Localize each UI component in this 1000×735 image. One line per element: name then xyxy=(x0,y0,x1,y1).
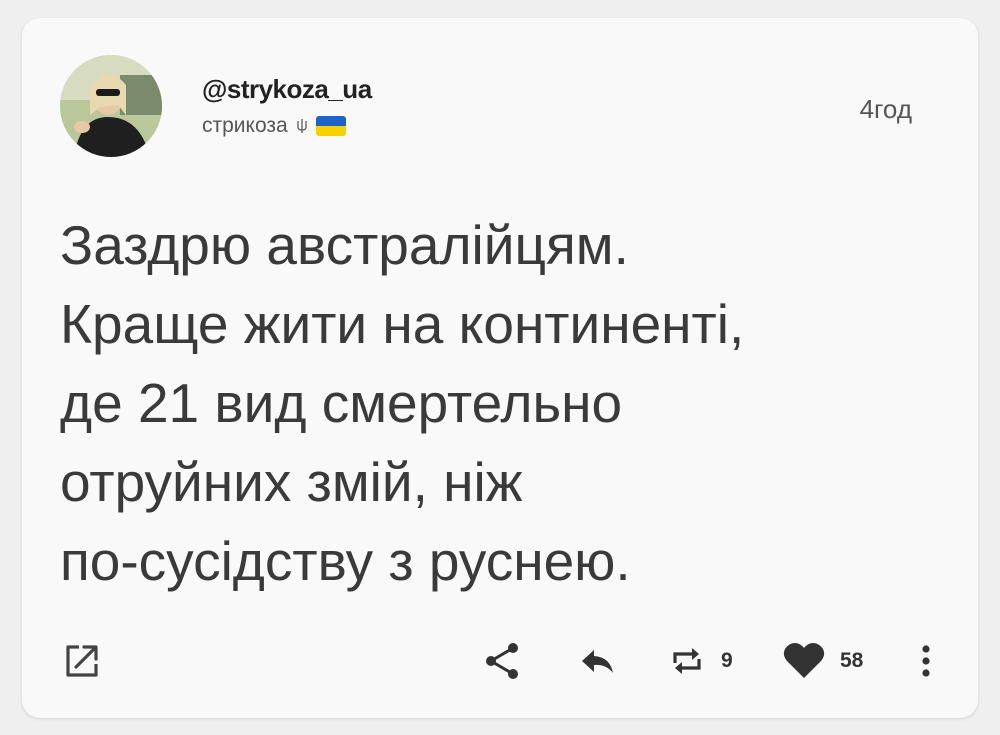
reply-button[interactable] xyxy=(577,641,617,681)
like-button[interactable]: 58 xyxy=(782,641,863,681)
post-text-line: де 21 вид смертельно xyxy=(60,372,623,434)
repost-count: 9 xyxy=(721,649,733,672)
post-time[interactable]: 4год xyxy=(860,94,912,125)
flag-yellow-stripe xyxy=(315,126,346,136)
avatar[interactable] xyxy=(60,55,162,157)
repost-button[interactable]: 9 xyxy=(667,641,733,681)
display-name: стрикоза xyxy=(202,114,288,137)
heart-icon xyxy=(783,643,825,678)
trident-icon xyxy=(296,118,308,134)
post-body: Заздрю австралійцям. Краще жити на конти… xyxy=(60,206,940,601)
post-text-line: по-сусідству з руснею. xyxy=(60,530,631,592)
action-bar: 9 58 xyxy=(22,633,978,689)
open-external-icon xyxy=(66,645,98,677)
ukraine-flag-icon xyxy=(315,116,346,136)
username[interactable]: @strykoza_ua xyxy=(202,74,372,105)
like-count: 58 xyxy=(840,649,864,672)
reply-icon xyxy=(582,650,613,673)
open-button[interactable] xyxy=(62,641,102,681)
more-button[interactable] xyxy=(920,641,932,681)
post-text-line: Краще жити на континенті, xyxy=(60,293,745,355)
post-text-line: Заздрю австралійцям. xyxy=(60,214,629,276)
repost-icon xyxy=(673,648,701,674)
avatar-image xyxy=(60,55,162,157)
display-name-row: стрикоза xyxy=(202,114,346,138)
share-button[interactable] xyxy=(482,641,522,681)
post-card[interactable]: @strykoza_ua стрикоза 4год Заздрю австра… xyxy=(22,18,978,718)
more-vertical-icon xyxy=(922,645,930,677)
post-text-line: отруйних змій, ніж xyxy=(60,451,523,513)
flag-blue-stripe xyxy=(315,116,346,126)
share-icon xyxy=(486,643,518,679)
